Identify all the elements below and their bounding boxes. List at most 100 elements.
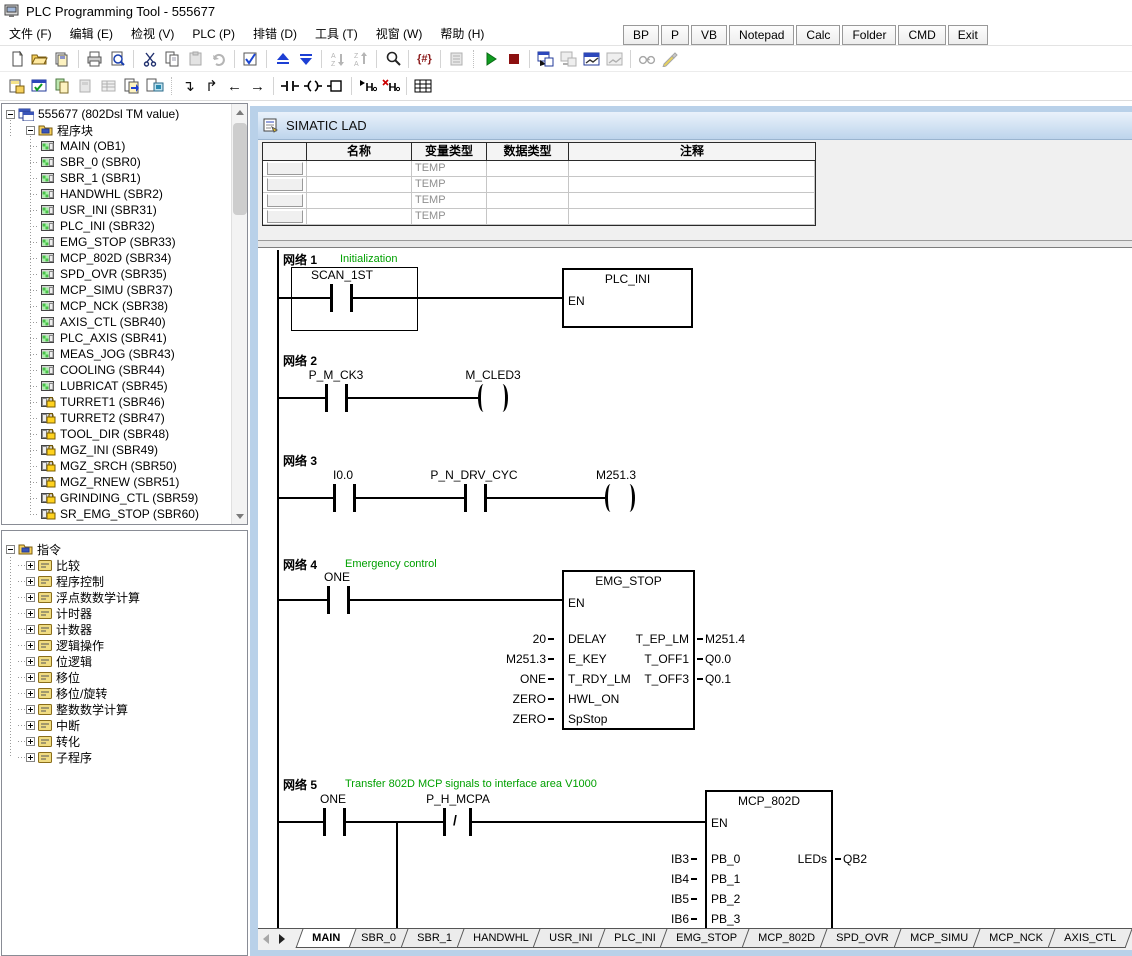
expand-icon[interactable]	[26, 625, 35, 634]
contact-operand[interactable]: P_H_MCPA	[398, 792, 518, 806]
coil-element-icon[interactable]	[301, 75, 324, 97]
print-preview-icon[interactable]	[106, 48, 129, 70]
project-tree-item[interactable]: USR_INI (SBR31)	[2, 202, 247, 218]
plc-ini-box[interactable]: PLC_INI EN	[562, 268, 693, 328]
print-icon[interactable]	[83, 48, 106, 70]
contact-operand[interactable]: P_N_DRV_CYC	[414, 468, 534, 482]
menu-item[interactable]: 文件 (F)	[0, 23, 61, 45]
line-left-icon[interactable]: ←	[223, 75, 246, 97]
output-operand[interactable]: Q0.1	[695, 669, 745, 689]
input-operand[interactable]: 20	[486, 629, 556, 649]
var-type-cell[interactable]: TEMP	[412, 209, 487, 225]
input-operand[interactable]: ZERO	[486, 709, 556, 729]
compile-window-icon[interactable]	[28, 75, 51, 97]
quick-launch-button[interactable]: Notepad	[729, 25, 794, 45]
insert-network-icon[interactable]	[5, 75, 28, 97]
output-operand[interactable]: Q0.0	[695, 649, 745, 669]
comment-cell[interactable]	[569, 193, 815, 209]
expand-icon[interactable]	[26, 641, 35, 650]
quick-launch-button[interactable]: VB	[691, 25, 727, 45]
find-icon[interactable]	[381, 48, 404, 70]
input-operand[interactable]: IB5	[629, 889, 699, 909]
project-tree-item[interactable]: SR_EMG_STOP (SBR60)	[2, 506, 247, 522]
data-type-cell[interactable]	[487, 209, 569, 225]
collapse-icon[interactable]	[6, 110, 15, 119]
instruction-category[interactable]: 比较	[2, 557, 247, 573]
save-all-icon[interactable]	[51, 48, 74, 70]
row-header-cell[interactable]	[267, 178, 303, 191]
expand-icon[interactable]	[26, 753, 35, 762]
project-tree-item[interactable]: MCP_NCK (SBR38)	[2, 298, 247, 314]
quick-launch-button[interactable]: Folder	[842, 25, 896, 45]
project-tree-item[interactable]: TURRET1 (SBR46)	[2, 394, 247, 410]
subroutine-enter-icon[interactable]	[356, 75, 379, 97]
expand-icon[interactable]	[26, 577, 35, 586]
project-tree-item[interactable]: SBR_0 (SBR0)	[2, 154, 247, 170]
program-status-icon[interactable]	[534, 48, 557, 70]
expand-icon[interactable]	[26, 737, 35, 746]
grid-icon[interactable]	[411, 75, 434, 97]
project-tree-item[interactable]: TOOL_DIR (SBR48)	[2, 426, 247, 442]
project-tree-item[interactable]: MGZ_SRCH (SBR50)	[2, 458, 247, 474]
instruction-category[interactable]: 整数数学计算	[2, 701, 247, 717]
project-tree-item[interactable]: COOLING (SBR44)	[2, 362, 247, 378]
output-operand[interactable]: QB2	[833, 849, 867, 869]
run-icon[interactable]	[479, 48, 502, 70]
var-type-cell[interactable]: TEMP	[412, 193, 487, 209]
instruction-category[interactable]: 计数器	[2, 621, 247, 637]
project-tree-item[interactable]: AXIS_CTL (SBR40)	[2, 314, 247, 330]
menu-item[interactable]: PLC (P)	[183, 23, 244, 45]
expand-icon[interactable]	[26, 593, 35, 602]
menu-item[interactable]: 排错 (D)	[244, 23, 306, 45]
project-tree-item[interactable]: MGZ_INI (SBR49)	[2, 442, 247, 458]
input-operand[interactable]: ONE	[486, 669, 556, 689]
project-tree-item[interactable]: MCP_SIMU (SBR37)	[2, 282, 247, 298]
subroutine-exit-icon[interactable]	[379, 75, 402, 97]
tabs-scroll-right-button[interactable]	[274, 929, 290, 949]
row-header-cell[interactable]	[267, 210, 303, 223]
var-type-cell[interactable]: TEMP	[412, 177, 487, 193]
horizontal-splitter[interactable]	[258, 240, 1132, 248]
input-operand[interactable]: IB6	[629, 909, 699, 928]
project-tree-item[interactable]: MEAS_JOG (SBR43)	[2, 346, 247, 362]
comment-cell[interactable]	[569, 177, 815, 193]
symbolic-addressing-icon[interactable]: {#}	[413, 48, 436, 70]
menu-item[interactable]: 检视 (V)	[122, 23, 183, 45]
contact-operand[interactable]: P_M_CK3	[276, 368, 396, 382]
cut-icon[interactable]	[138, 48, 161, 70]
box-element-icon[interactable]	[324, 75, 347, 97]
menu-item[interactable]: 工具 (T)	[306, 23, 367, 45]
line-up-icon[interactable]: ↱	[200, 75, 223, 97]
pou-tab[interactable]: SPD_OVR	[820, 929, 905, 948]
instruction-category[interactable]: 转化	[2, 733, 247, 749]
quick-launch-button[interactable]: BP	[623, 25, 659, 45]
contact-operand[interactable]: ONE	[273, 792, 393, 806]
open-icon[interactable]	[28, 48, 51, 70]
line-down-icon[interactable]: ↴	[177, 75, 200, 97]
project-tree-item[interactable]: MAIN (OB1)	[2, 138, 247, 154]
line-right-icon[interactable]: →	[246, 75, 269, 97]
pou-tab[interactable]: MCP_802D	[742, 929, 832, 948]
quick-launch-button[interactable]: Calc	[796, 25, 840, 45]
copy-blocks-icon[interactable]	[51, 75, 74, 97]
expand-icon[interactable]	[26, 561, 35, 570]
pou-tab[interactable]: HANDWHL	[456, 929, 545, 948]
menu-item[interactable]: 帮助 (H)	[431, 23, 493, 45]
quick-launch-button[interactable]: CMD	[898, 25, 945, 45]
expand-icon[interactable]	[26, 721, 35, 730]
instruction-category[interactable]: 位逻辑	[2, 653, 247, 669]
scroll-down-button[interactable]	[232, 508, 248, 524]
instruction-root[interactable]: 指令	[2, 541, 247, 557]
expand-icon[interactable]	[26, 609, 35, 618]
quick-launch-button[interactable]: P	[661, 25, 689, 45]
quick-launch-button[interactable]: Exit	[948, 25, 988, 45]
menu-item[interactable]: 编辑 (E)	[61, 23, 122, 45]
name-cell[interactable]	[307, 193, 412, 209]
contact-element-icon[interactable]	[278, 75, 301, 97]
collapse-icon[interactable]	[6, 545, 15, 554]
project-tree-item[interactable]: PLC_INI (SBR32)	[2, 218, 247, 234]
coil-operand[interactable]: M251.3	[556, 468, 676, 482]
instruction-category[interactable]: 计时器	[2, 605, 247, 621]
instruction-category[interactable]: 移位/旋转	[2, 685, 247, 701]
data-type-cell[interactable]	[487, 177, 569, 193]
